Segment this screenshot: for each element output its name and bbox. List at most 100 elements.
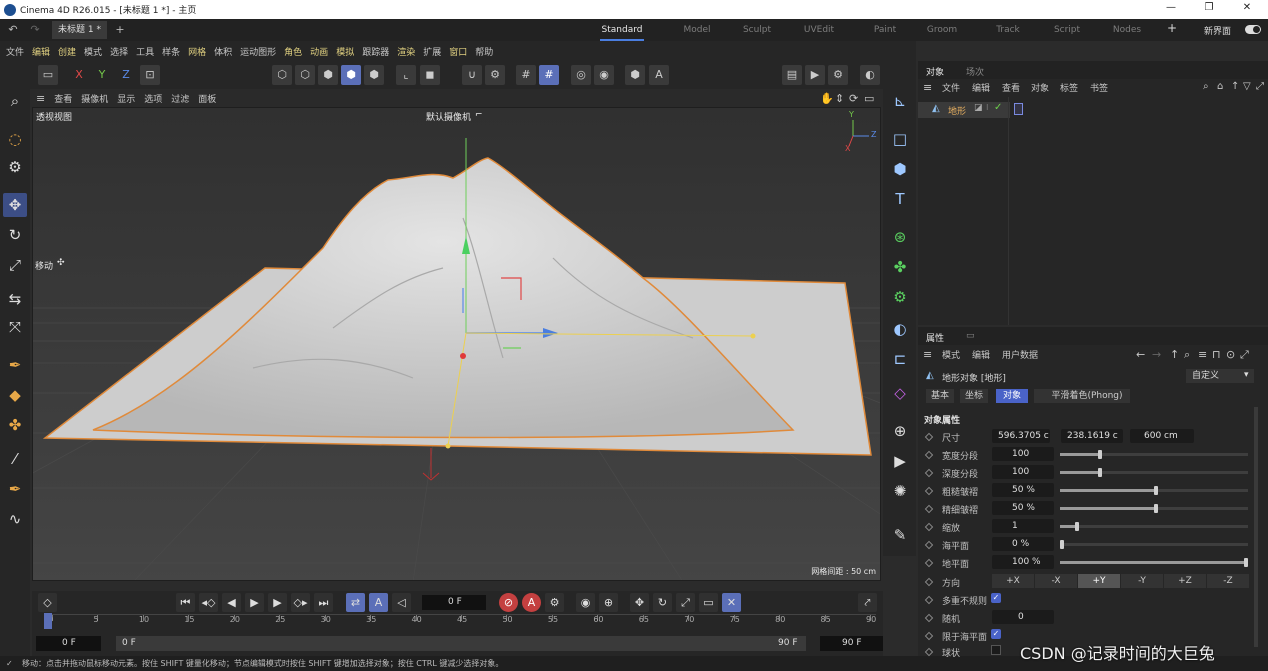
scene-icon[interactable]: ◇ [888, 381, 912, 405]
bbox-handle-2[interactable] [445, 443, 451, 449]
camera-object-icon[interactable]: ▶ [888, 449, 912, 473]
spline-boolean-icon[interactable]: ✤ [3, 413, 27, 437]
objects-menu-bookmarks[interactable]: 书签 [1090, 81, 1108, 94]
light-object-icon[interactable]: ✺ [888, 479, 912, 503]
objects-menu-edit[interactable]: 编辑 [972, 81, 990, 94]
menu-item-5[interactable]: 工具 [136, 45, 154, 58]
seed-field[interactable]: 0 [992, 610, 1054, 624]
rotation-key-icon[interactable]: ↻ [653, 593, 672, 612]
attributes-menu-userdata[interactable]: 用户数据 [1002, 348, 1038, 361]
grid-icon[interactable]: # [516, 65, 536, 85]
objects-up-icon[interactable]: ↑ [1231, 81, 1239, 92]
limit-sea-checkbox[interactable]: ✓ [991, 629, 1001, 639]
param-slider-knob[interactable] [1097, 468, 1102, 477]
undo-icon[interactable]: ↶ [4, 21, 22, 39]
preview-range-min[interactable]: 0 F [116, 636, 806, 651]
menu-item-14[interactable]: 渲染 [397, 45, 415, 58]
param-slider-knob[interactable] [1244, 558, 1248, 567]
effector-icon[interactable]: ⚙ [888, 285, 912, 309]
live-selection-icon[interactable]: ◌ [3, 127, 27, 151]
polygons-mode-icon[interactable]: ⬢ [318, 65, 338, 85]
seed-keyframe-icon[interactable] [924, 613, 934, 623]
menu-item-16[interactable]: 窗口 [449, 45, 467, 58]
search-icon[interactable]: ⌕ [3, 89, 27, 113]
objects-hamburger-icon[interactable]: ≡ [923, 81, 932, 94]
new-panel-icon[interactable]: ⊙ [1226, 348, 1235, 361]
cube-primitive-icon[interactable]: □ [888, 127, 912, 151]
menu-item-0[interactable]: 文件 [6, 45, 24, 58]
object-edit-icon[interactable]: ◪ [974, 103, 983, 113]
menu-item-10[interactable]: 角色 [284, 45, 302, 58]
bbox-handle-1[interactable] [750, 333, 756, 339]
pen-tool-icon[interactable]: ✒ [3, 353, 27, 377]
param-value-field[interactable]: 100 [992, 447, 1054, 461]
menu-item-1[interactable]: 编辑 [32, 45, 50, 58]
menu-item-6[interactable]: 样条 [162, 45, 180, 58]
selection-options-icon[interactable]: ⚙ [3, 155, 27, 179]
motion-system-icon[interactable]: ◉ [576, 593, 595, 612]
restore-icon[interactable]: ❐ [1199, 2, 1219, 16]
model-mode-icon[interactable]: ⬢ [341, 65, 361, 85]
perspective-viewport[interactable]: 透视视图 默认摄像机 ⌐ 移动 ✣ Y Z X 网格间距 : 50 cm [32, 107, 881, 581]
forward-arrow-icon[interactable]: → [1152, 348, 1161, 361]
param-slider[interactable] [1060, 486, 1248, 495]
prev-key-icon[interactable]: ◂◇ [199, 593, 218, 612]
layout-tab-sculpt[interactable]: Sculpt [735, 19, 779, 41]
spline-tool-icon[interactable]: ◆ [3, 383, 27, 407]
param-keyframe-icon[interactable] [924, 504, 934, 514]
viewport-menu-options[interactable]: 选项 [144, 92, 162, 105]
param-keyframe-icon[interactable] [924, 468, 934, 478]
dolly-icon[interactable]: ⇕ [835, 92, 844, 105]
spline-smooth-icon[interactable]: ∿ [3, 507, 27, 531]
size-z-field[interactable]: 600 cm [1130, 429, 1194, 443]
param-keyframe-icon[interactable] [924, 522, 934, 532]
move-tool-icon[interactable]: ✥ [3, 193, 27, 217]
param-slider-knob[interactable] [1154, 486, 1158, 495]
viewport-menu-view[interactable]: 查看 [54, 92, 72, 105]
axis-y-button[interactable]: Y [92, 65, 112, 85]
menu-item-17[interactable]: 帮助 [475, 45, 493, 58]
attributes-expand-icon[interactable]: ⤢ [1240, 348, 1249, 362]
tab-layers-icon[interactable]: ▭ [966, 331, 975, 341]
coordinate-system-icon[interactable]: ⊡ [140, 65, 160, 85]
redshift-icon[interactable]: ◐ [860, 65, 880, 85]
layout-tab-track[interactable]: Track [986, 19, 1030, 41]
param-key-icon[interactable]: ▭ [699, 593, 718, 612]
visibility-dots-icon[interactable]: ⁝ [986, 103, 989, 112]
lock-icon[interactable]: ⊓ [1212, 348, 1221, 361]
minimize-icon[interactable]: — [1161, 2, 1181, 16]
param-slider-knob[interactable] [1154, 504, 1158, 513]
layout-tab-standard[interactable]: Standard [600, 19, 644, 41]
null-object-icon[interactable]: ⬢ [625, 65, 645, 85]
render-to-viewer-icon[interactable]: ▶ [805, 65, 825, 85]
objects-expand-icon[interactable]: ⤢ [1256, 81, 1264, 92]
close-icon[interactable]: ✕ [1237, 2, 1257, 16]
param-slider[interactable] [1060, 450, 1248, 459]
axis-x-button[interactable]: X [69, 65, 89, 85]
objects-search-icon[interactable]: ⌕ [1203, 81, 1209, 92]
rotate-tool-icon[interactable]: ↻ [3, 223, 27, 247]
objects-filter-icon[interactable]: ▽ [1243, 81, 1251, 92]
deformer-icon[interactable]: ◐ [888, 317, 912, 341]
field-icon[interactable]: ⊏ [888, 347, 912, 371]
attributes-scrollbar[interactable] [1254, 407, 1258, 647]
direction-keyframe-icon[interactable] [924, 577, 934, 587]
menu-item-12[interactable]: 模拟 [336, 45, 354, 58]
keyframe-settings-icon[interactable]: ⚙ [545, 593, 564, 612]
multi-irregular-checkbox[interactable]: ✓ [991, 593, 1001, 603]
menu-item-13[interactable]: 跟踪器 [362, 45, 389, 58]
next-key-icon[interactable]: ◇▸ [291, 593, 310, 612]
point-level-anim-icon[interactable]: ✕ [722, 593, 741, 612]
param-value-field[interactable]: 0 % [992, 537, 1054, 551]
phong-tag-icon[interactable] [1014, 103, 1023, 115]
autokey-record-icon[interactable]: A [522, 593, 541, 612]
attributes-menu-mode[interactable]: 模式 [942, 348, 960, 361]
direction-button[interactable]: +X [992, 574, 1034, 588]
scale-key-icon[interactable]: ⤢ [676, 593, 695, 612]
menu-item-9[interactable]: 运动图形 [240, 45, 276, 58]
transfer-icon[interactable]: ⇆ [3, 287, 27, 311]
naming-tool-icon[interactable]: A [649, 65, 669, 85]
brush-tool-icon[interactable]: ⁄ [3, 447, 27, 471]
preview-range-max[interactable]: 90 F [778, 636, 798, 651]
object-row-terrain[interactable]: ◭ 地形 ◪ ⁝ ✓ [918, 102, 1010, 118]
